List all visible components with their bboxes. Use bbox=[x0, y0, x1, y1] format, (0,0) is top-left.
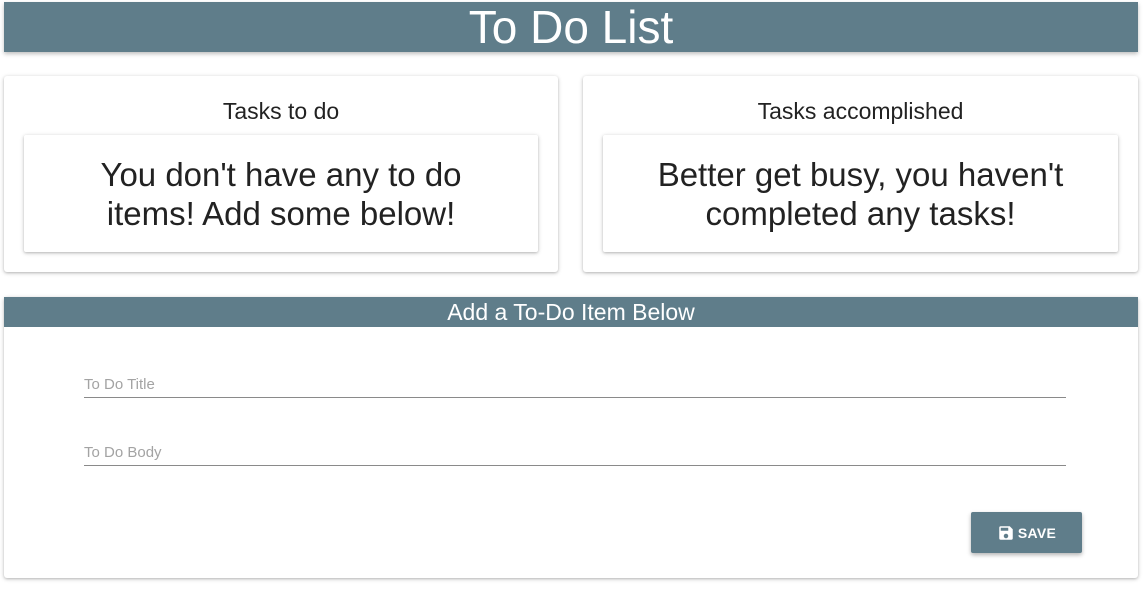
floppy-disk-icon bbox=[997, 524, 1015, 542]
tasks-accomplished-title: Tasks accomplished bbox=[757, 98, 964, 124]
todo-title-input[interactable] bbox=[84, 368, 1066, 397]
app-header: To Do List bbox=[4, 2, 1138, 52]
tasks-accomplished-panel: Tasks accomplished Better get busy, you … bbox=[583, 76, 1138, 272]
tasks-todo-empty-card: You don't have any to do items! Add some… bbox=[24, 135, 538, 252]
tasks-todo-title: Tasks to do bbox=[222, 98, 340, 124]
save-button-label: SAVE bbox=[1017, 524, 1057, 541]
tasks-accomplished-empty-message: Better get busy, you haven't completed a… bbox=[657, 155, 1064, 232]
add-todo-form-header: Add a To-Do Item Below bbox=[4, 297, 1138, 327]
tasks-todo-panel: Tasks to do You don't have any to do ite… bbox=[4, 76, 558, 272]
tasks-todo-empty-message: You don't have any to do items! Add some… bbox=[100, 155, 462, 232]
todo-body-input[interactable] bbox=[84, 436, 1066, 465]
page-title: To Do List bbox=[468, 1, 674, 53]
tasks-accomplished-empty-card: Better get busy, you haven't completed a… bbox=[603, 135, 1118, 252]
save-button[interactable]: SAVE bbox=[971, 512, 1082, 553]
todo-body-field bbox=[84, 436, 1066, 466]
todo-title-field bbox=[84, 368, 1066, 398]
